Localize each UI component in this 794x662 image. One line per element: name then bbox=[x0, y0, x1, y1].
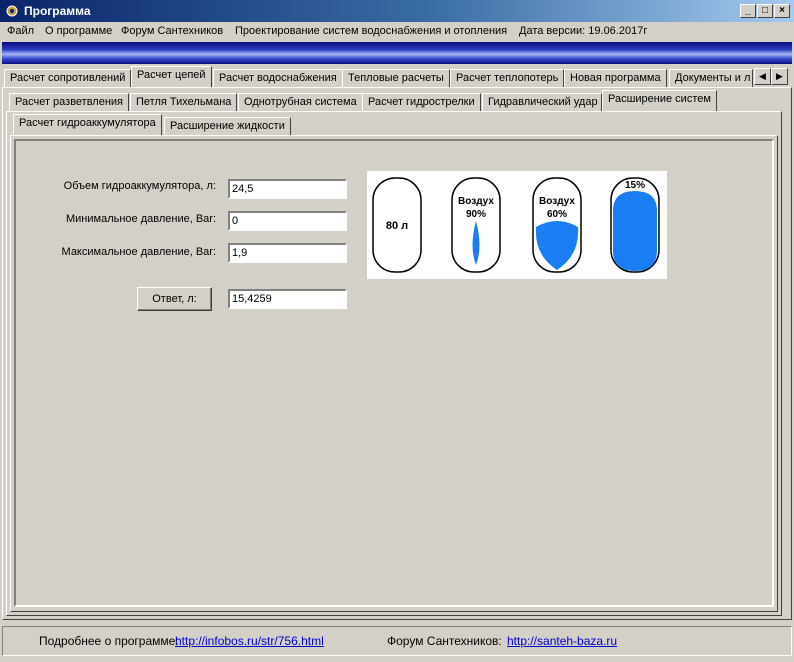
tab-scroll-right-icon[interactable]: ▶ bbox=[771, 68, 788, 85]
tab-new-program[interactable]: Новая программа bbox=[564, 69, 667, 87]
title-bar: Программа _ □ × bbox=[0, 0, 794, 22]
close-button[interactable]: × bbox=[774, 4, 790, 18]
tab-liquid-expansion[interactable]: Расширение жидкости bbox=[164, 117, 291, 135]
forum-link[interactable]: http://santeh-baza.ru bbox=[507, 634, 617, 648]
tab-accumulator[interactable]: Расчет гидроаккумулятора bbox=[13, 114, 162, 135]
tank-volume-label: 80 л bbox=[386, 220, 408, 232]
air-percent-label: 15% bbox=[625, 180, 645, 191]
tab-hydro-separator[interactable]: Расчет гидрострелки bbox=[362, 93, 481, 111]
forum-label: Форум Сантехников: bbox=[387, 634, 502, 648]
tab-scroll-left-icon[interactable]: ◀ bbox=[754, 68, 771, 85]
menu-file[interactable]: Файл bbox=[7, 25, 34, 37]
water-fill-85 bbox=[613, 191, 657, 271]
accumulator-diagram: 80 л Воздух 90% Воздух 60% 15% bbox=[367, 171, 667, 279]
maximize-button[interactable]: □ bbox=[757, 4, 773, 18]
menu-forum[interactable]: Форум Сантехников bbox=[121, 25, 223, 37]
tab-heat-loss[interactable]: Расчет теплопотерь bbox=[450, 69, 565, 87]
tab-single-pipe[interactable]: Однотрубная система bbox=[238, 93, 363, 111]
gear-icon bbox=[6, 5, 18, 17]
answer-field[interactable]: 15,4259 bbox=[228, 289, 347, 309]
tab-tichelmann[interactable]: Петля Тихельмана bbox=[130, 93, 238, 111]
banner bbox=[2, 42, 792, 64]
version-date: Дата версии: 19.06.2017г bbox=[519, 25, 648, 37]
max-pressure-field[interactable]: 1,9 bbox=[228, 243, 347, 263]
tab-branching[interactable]: Расчет разветвления bbox=[9, 93, 130, 111]
max-pressure-label: Максимальное давление, Bar: bbox=[61, 246, 216, 258]
tab-resistance[interactable]: Расчет сопротивлений bbox=[4, 69, 132, 87]
status-bar: Подробнее о программе: http://infobos.ru… bbox=[2, 626, 792, 656]
air-percent-label: 90% bbox=[466, 209, 486, 220]
air-label: Воздух bbox=[458, 196, 494, 207]
menu-bar: Файл О программе Форум Сантехников Проек… bbox=[0, 22, 794, 41]
volume-field[interactable]: 24,5 bbox=[228, 179, 347, 199]
min-pressure-field[interactable]: 0 bbox=[228, 211, 347, 231]
air-label: Воздух bbox=[539, 196, 575, 207]
tab-water-supply[interactable]: Расчет водоснабжения bbox=[213, 69, 343, 87]
about-label: Подробнее о программе: bbox=[39, 634, 179, 648]
answer-button[interactable]: Ответ, л: bbox=[137, 287, 212, 311]
about-link[interactable]: http://infobos.ru/str/756.html bbox=[175, 634, 324, 648]
tab-expansion[interactable]: Расширение систем bbox=[602, 90, 717, 111]
accumulator-diagram-svg: 80 л Воздух 90% Воздух 60% 15% bbox=[372, 177, 660, 273]
tab-water-hammer[interactable]: Гидравлический удар bbox=[482, 93, 602, 111]
menu-about[interactable]: О программе bbox=[45, 25, 112, 37]
tab-thermal[interactable]: Тепловые расчеты bbox=[342, 69, 450, 87]
tab-documents[interactable]: Документы и л bbox=[669, 69, 753, 87]
air-percent-label: 60% bbox=[547, 209, 567, 220]
min-pressure-label: Минимальное давление, Bar: bbox=[65, 213, 216, 225]
minimize-button[interactable]: _ bbox=[740, 4, 756, 18]
tab-circuits[interactable]: Расчет цепей bbox=[131, 66, 212, 87]
menu-design[interactable]: Проектирование систем водоснабжения и от… bbox=[235, 25, 507, 37]
volume-label: Объем гидроаккумулятора, л: bbox=[63, 180, 216, 192]
window-title: Программа bbox=[24, 4, 91, 18]
